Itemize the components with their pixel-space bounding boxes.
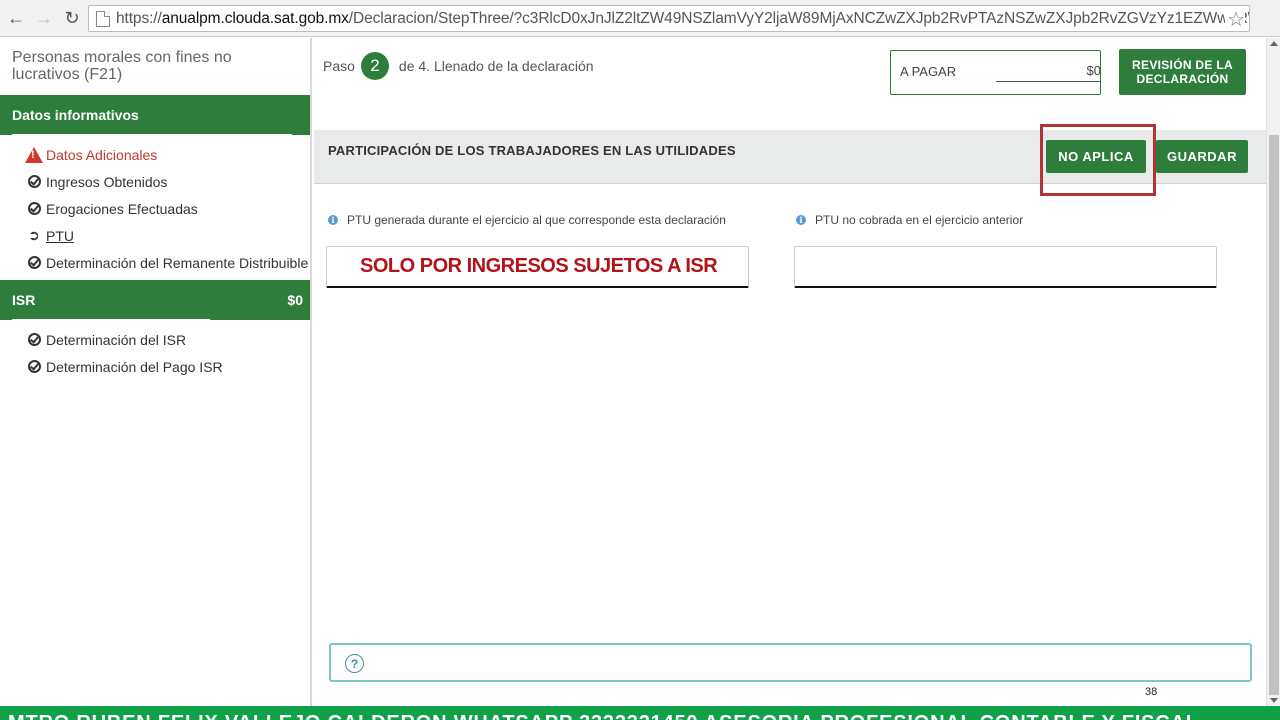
- sidebar-section-isr[interactable]: ISR $0: [0, 280, 310, 321]
- no-aplica-button[interactable]: NO APLICA: [1046, 140, 1146, 173]
- check-circle-icon: [26, 174, 42, 190]
- pay-label: A PAGAR: [900, 64, 957, 79]
- sidebar-item-label: Ingresos Obtenidos: [46, 173, 168, 190]
- field-label-ptu-generada: i PTU generada durante el ejercicio al q…: [328, 213, 726, 227]
- sidebar-item-ptu[interactable]: ➲ PTU: [0, 222, 310, 249]
- sidebar-item-label: PTU: [46, 227, 74, 244]
- pay-value: $0: [996, 63, 1101, 82]
- sidebar-item-label: Datos Adicionales: [46, 146, 158, 163]
- sidebar-title: Personas morales con fines no lucrativos…: [12, 49, 232, 83]
- banner-text: MTRO RUBEN FELIX VALLEJO CALDERON WHATSA…: [8, 712, 1199, 720]
- url-path: /Declaracion/StepThree/?c3RlcD0xJnJlZ2lt…: [348, 9, 1250, 27]
- sidebar-item-determinacion-pago-isr[interactable]: Determinación del Pago ISR: [0, 353, 310, 380]
- step-prefix: Paso: [323, 58, 355, 74]
- sidebar-section-datos-informativos[interactable]: Datos informativos: [0, 95, 310, 136]
- sidebar-item-remanente-distribuible[interactable]: Determinación del Remanente Distribuible: [0, 249, 310, 276]
- info-icon[interactable]: i: [328, 215, 338, 225]
- slide-number: 38: [1145, 686, 1158, 698]
- sidebar: Personas morales con fines no lucrativos…: [0, 38, 312, 706]
- footer-banner: MTRO RUBEN FELIX VALLEJO CALDERON WHATSA…: [0, 706, 1280, 720]
- sidebar-item-ingresos-obtenidos[interactable]: Ingresos Obtenidos: [0, 168, 310, 195]
- sidebar-item-label: Determinación del Remanente Distribuible: [46, 254, 309, 271]
- question-circle-icon[interactable]: ?: [345, 654, 364, 673]
- vertical-scrollbar[interactable]: [1266, 38, 1280, 706]
- back-arrow-icon[interactable]: ←: [4, 6, 28, 30]
- sidebar-list-isr: Determinación del ISR Determinación del …: [0, 320, 310, 384]
- ptu-no-cobrada-input[interactable]: [794, 246, 1217, 288]
- page-icon: [96, 10, 110, 27]
- sidebar-item-erogaciones-efectuadas[interactable]: Erogaciones Efectuadas: [0, 195, 310, 222]
- scroll-down-arrow-icon[interactable]: [1270, 698, 1278, 703]
- section-underline: [12, 319, 210, 321]
- overlay-note: SOLO POR INGRESOS SUJETOS A ISR: [360, 255, 718, 277]
- check-circle-icon: [26, 359, 42, 375]
- section-label: ISR: [12, 292, 36, 308]
- url-domain: anualpm.clouda.sat.gob.mx: [161, 9, 349, 27]
- review-declaration-button[interactable]: REVISIÓN DE LA DECLARACIÓN: [1119, 49, 1246, 95]
- bookmark-star-icon[interactable]: ☆: [1225, 7, 1245, 31]
- section-title: PARTICIPACIÓN DE LOS TRABAJADORES EN LAS…: [328, 143, 736, 158]
- warning-icon: [25, 146, 43, 163]
- section-underline: [12, 134, 292, 136]
- help-panel: ?: [329, 643, 1252, 682]
- sidebar-list-datos-informativos: Datos Adicionales Ingresos Obtenidos Ero…: [0, 135, 310, 280]
- forward-arrow-icon[interactable]: →: [32, 6, 56, 30]
- step-indicator: Paso 2 de 4. Llenado de la declaración: [323, 52, 594, 80]
- address-bar[interactable]: https://anualpm.clouda.sat.gob.mx/Declar…: [88, 5, 1250, 32]
- guardar-button[interactable]: GUARDAR: [1156, 140, 1248, 173]
- reload-icon[interactable]: ↻: [60, 6, 84, 30]
- section-label: Datos informativos: [12, 107, 139, 123]
- sidebar-item-label: Erogaciones Efectuadas: [46, 200, 198, 217]
- field-label-ptu-no-cobrada: i PTU no cobrada en el ejercicio anterio…: [796, 213, 1023, 227]
- check-circle-icon: [26, 332, 42, 348]
- step-number: 2: [360, 52, 389, 80]
- url-text[interactable]: https://anualpm.clouda.sat.gob.mx/Declar…: [116, 9, 1250, 28]
- sidebar-item-datos-adicionales[interactable]: Datos Adicionales: [0, 141, 310, 168]
- main-content: Paso 2 de 4. Llenado de la declaración A…: [314, 38, 1266, 706]
- amount-to-pay-box: A PAGAR $0: [890, 50, 1101, 95]
- scroll-thumb[interactable]: [1269, 135, 1279, 695]
- info-icon[interactable]: i: [796, 215, 806, 225]
- step-suffix: de 4. Llenado de la declaración: [398, 58, 594, 74]
- arrow-right-icon: ➲: [28, 227, 40, 243]
- sidebar-item-determinacion-isr[interactable]: Determinación del ISR: [0, 326, 310, 353]
- check-circle-icon: [26, 201, 42, 217]
- section-amount: $0: [287, 292, 303, 308]
- browser-toolbar: ← → ↻ https://anualpm.clouda.sat.gob.mx/…: [0, 0, 1280, 37]
- check-circle-icon: [26, 255, 42, 271]
- sidebar-item-label: Determinación del Pago ISR: [46, 358, 223, 375]
- sidebar-item-label: Determinación del ISR: [46, 331, 187, 348]
- scroll-up-arrow-icon[interactable]: [1270, 41, 1278, 46]
